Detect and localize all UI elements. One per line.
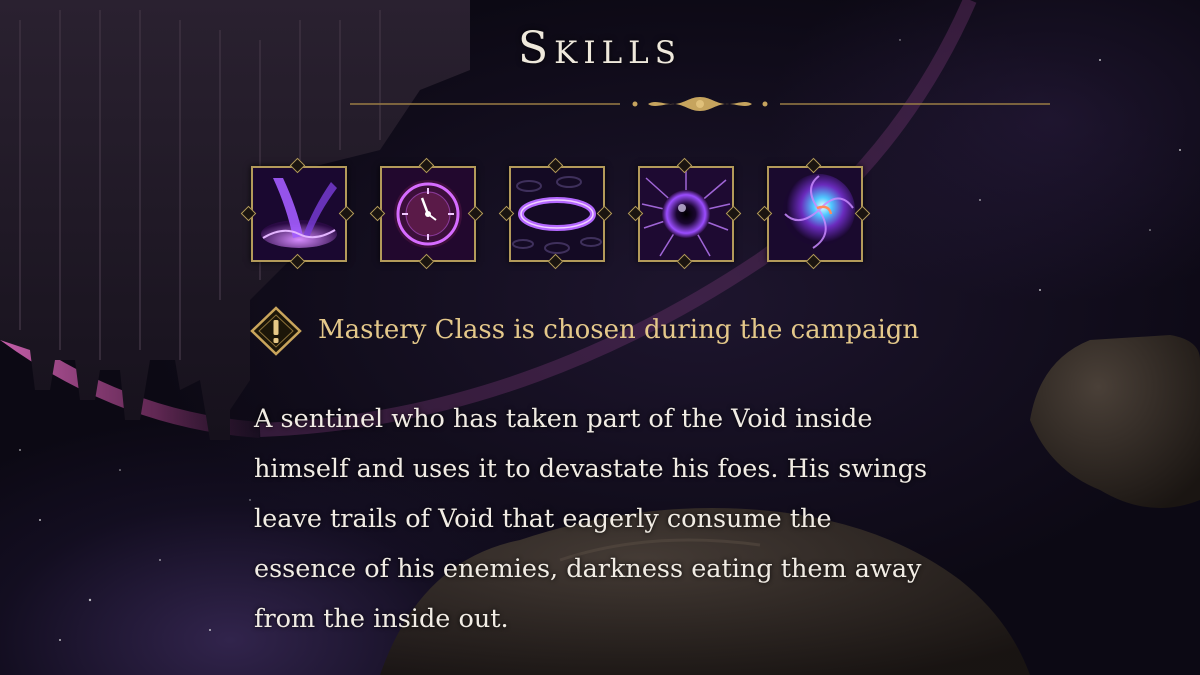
void-ring-icon <box>509 166 605 262</box>
skill-slot-4[interactable] <box>627 157 742 270</box>
mastery-notice: Mastery Class is chosen during the campa… <box>250 306 1050 356</box>
description-line: A sentinel who has taken part of the Voi… <box>254 404 873 434</box>
description-line: essence of his enemies, darkness eating … <box>254 554 922 584</box>
skills-screen: Skills Mastery Class is chosen during th… <box>0 0 1200 675</box>
description-line: himself and uses it to devastate his foe… <box>254 454 928 484</box>
description-line: leave trails of Void that eagerly consum… <box>254 504 832 534</box>
skills-row <box>240 157 882 270</box>
skill-slot-2[interactable] <box>369 157 484 270</box>
skill-slot-1[interactable] <box>240 157 355 270</box>
ornamental-divider <box>350 97 1050 111</box>
class-description: A sentinel who has taken part of the Voi… <box>254 394 1054 644</box>
void-pillar-icon <box>251 166 347 262</box>
void-clock-icon <box>380 166 476 262</box>
warning-diamond-icon <box>250 306 302 356</box>
page-title: Skills <box>518 23 682 74</box>
description-line: from the inside out. <box>254 604 509 634</box>
mastery-notice-text: Mastery Class is chosen during the campa… <box>318 315 920 345</box>
skill-slot-3[interactable] <box>498 157 613 270</box>
skill-slot-5[interactable] <box>756 157 871 270</box>
void-vortex-icon <box>767 166 863 262</box>
void-orb-icon <box>638 166 734 262</box>
